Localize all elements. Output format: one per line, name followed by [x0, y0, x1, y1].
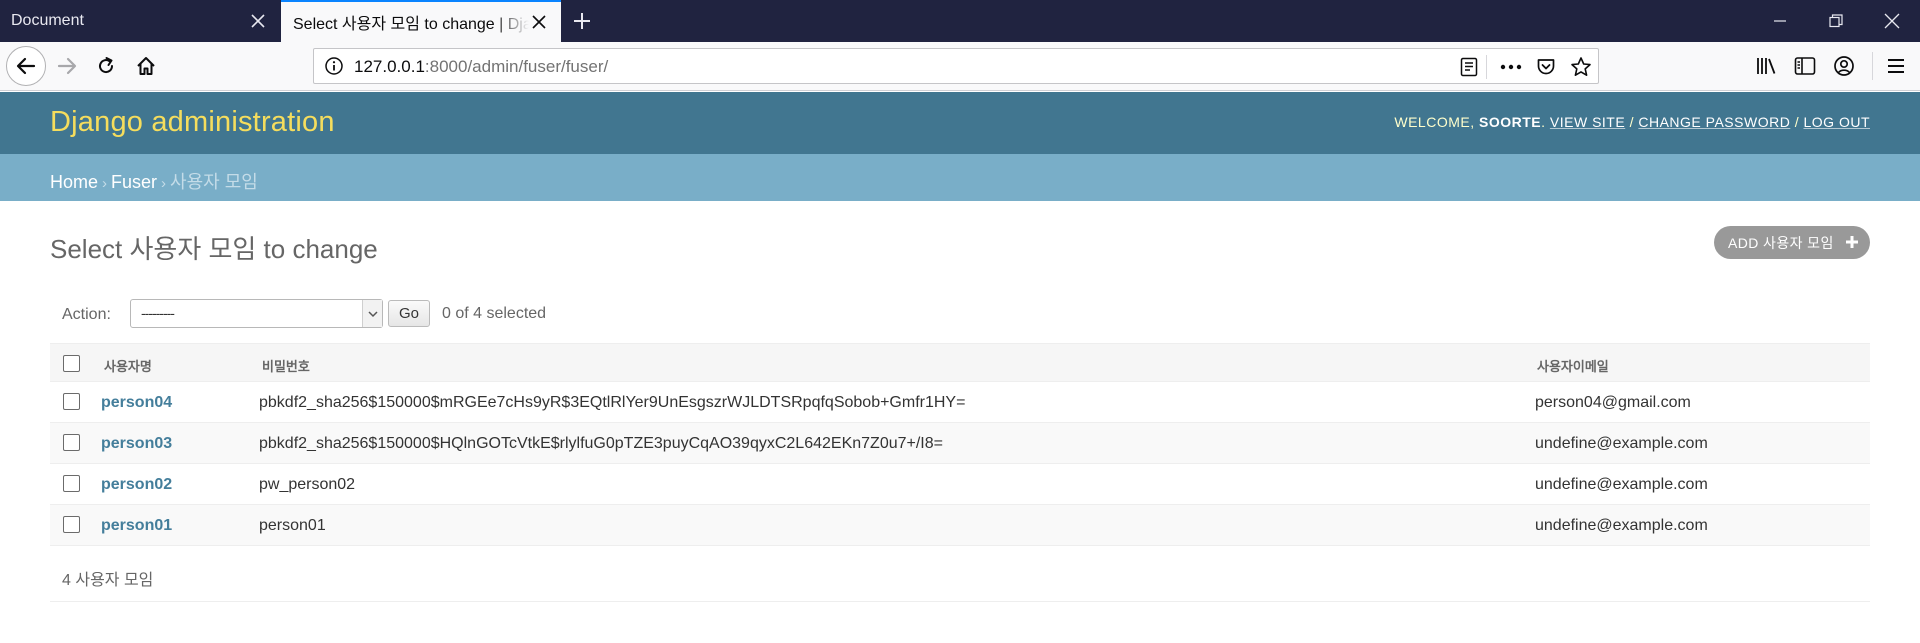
table-row: person03 pbkdf2_sha256$150000$HQlnGOTcVt…	[50, 423, 1870, 464]
breadcrumb-separator: ›	[161, 175, 167, 192]
tab-admin[interactable]: Select 사용자 모임 to change | Django site ad…	[281, 0, 561, 42]
table-row: person04 pbkdf2_sha256$150000$mRGEe7cHs9…	[50, 382, 1870, 423]
home-icon[interactable]	[127, 47, 165, 85]
results-table: 사용자명 비밀번호 사용자이메일 person04 pbkdf2_sha256$…	[50, 343, 1870, 546]
tab-document[interactable]: Document	[0, 0, 280, 42]
selection-counter: 0 of 4 selected	[442, 305, 547, 322]
breadcrumb-app-link[interactable]: Fuser	[111, 172, 157, 192]
window-close-icon[interactable]	[1864, 0, 1920, 42]
welcome-text: WELCOME,	[1394, 114, 1479, 130]
paginator: 4 사용자 모임	[50, 549, 1870, 602]
breadcrumb: Home › Fuser › 사용자 모임	[0, 154, 1920, 201]
forward-arrow-icon[interactable]	[48, 47, 86, 85]
result-count: 4 사용자 모임	[62, 572, 154, 589]
change-password-link[interactable]: CHANGE PASSWORD	[1638, 114, 1790, 130]
username: SOORTE	[1479, 114, 1542, 130]
username-link[interactable]: person03	[101, 435, 172, 452]
column-header-password[interactable]: 비밀번호	[262, 356, 310, 375]
page-title: Select 사용자 모임 to change	[50, 234, 378, 264]
divider	[1486, 55, 1487, 79]
chevron-down-icon[interactable]	[362, 300, 382, 327]
admin-header: Django administration WELCOME, SOORTE. V…	[0, 92, 1920, 154]
select-all-checkbox[interactable]	[63, 355, 80, 372]
new-tab-plus-icon[interactable]	[568, 8, 596, 34]
username-link[interactable]: person04	[101, 394, 172, 411]
reader-view-icon[interactable]	[1458, 56, 1480, 78]
more-actions-icon[interactable]	[1500, 56, 1522, 78]
restore-icon[interactable]	[1808, 0, 1864, 42]
email-cell: undefine@example.com	[1535, 476, 1708, 493]
address-bar[interactable]: 127.0.0.1:8000/admin/fuser/fuser/	[313, 48, 1599, 84]
pocket-icon[interactable]	[1535, 56, 1557, 78]
table-row: person02 pw_person02 undefine@example.co…	[50, 464, 1870, 505]
row-checkbox[interactable]	[63, 475, 80, 492]
column-header-username[interactable]: 사용자명	[104, 356, 152, 375]
action-label: Action:	[62, 306, 111, 323]
username-link[interactable]: person01	[101, 517, 172, 534]
info-icon[interactable]	[324, 56, 344, 76]
tab-title: Select 사용자 모임 to change | Django site ad…	[293, 16, 529, 33]
reload-icon[interactable]	[87, 47, 125, 85]
separator: /	[1625, 114, 1639, 130]
add-button-label: ADD 사용자 모임	[1728, 234, 1834, 251]
sidebar-icon[interactable]	[1793, 54, 1817, 78]
action-select[interactable]: ---------	[130, 299, 383, 328]
punctuation: .	[1541, 114, 1550, 130]
url-path: :8000/admin/fuser/fuser/	[424, 57, 609, 76]
account-icon[interactable]	[1832, 54, 1856, 78]
action-selected-value: ---------	[141, 305, 175, 321]
menu-icon[interactable]	[1884, 54, 1908, 78]
row-checkbox[interactable]	[63, 393, 80, 410]
username-link[interactable]: person02	[101, 476, 172, 493]
tab-title: Document	[11, 12, 84, 29]
breadcrumb-separator: ›	[102, 175, 108, 192]
table-header: 사용자명 비밀번호 사용자이메일	[50, 343, 1870, 382]
column-header-email[interactable]: 사용자이메일	[1537, 356, 1609, 375]
breadcrumb-home-link[interactable]: Home	[50, 172, 98, 192]
plus-icon	[1844, 234, 1860, 250]
site-branding[interactable]: Django administration	[50, 106, 335, 139]
separator: /	[1790, 114, 1804, 130]
password-cell: pbkdf2_sha256$150000$HQlnGOTcVtkE$rlylfu…	[259, 435, 943, 452]
add-object-button[interactable]: ADD 사용자 모임	[1714, 226, 1870, 259]
view-site-link[interactable]: VIEW SITE	[1550, 114, 1625, 130]
go-button[interactable]: Go	[388, 300, 430, 327]
row-checkbox[interactable]	[63, 516, 80, 533]
email-cell: undefine@example.com	[1535, 435, 1708, 452]
close-icon[interactable]	[529, 12, 549, 32]
email-cell: undefine@example.com	[1535, 517, 1708, 534]
log-out-link[interactable]: LOG OUT	[1803, 114, 1870, 130]
divider	[1872, 52, 1873, 80]
email-cell: person04@gmail.com	[1535, 394, 1691, 411]
close-icon[interactable]	[248, 11, 268, 31]
table-row: person01 person01 undefine@example.com	[50, 505, 1870, 546]
password-cell: person01	[259, 517, 326, 534]
user-tools: WELCOME, SOORTE. VIEW SITE / CHANGE PASS…	[1394, 114, 1870, 130]
password-cell: pbkdf2_sha256$150000$mRGEe7cHs9yR$3EQtlR…	[259, 394, 966, 411]
browser-tab-bar: Document Select 사용자 모임 to change | Djang…	[0, 0, 1920, 42]
actions-bar: Action: --------- Go 0 of 4 selected	[50, 297, 1870, 331]
library-icon[interactable]	[1754, 54, 1778, 78]
row-checkbox[interactable]	[63, 434, 80, 451]
browser-toolbar: 127.0.0.1:8000/admin/fuser/fuser/	[0, 42, 1920, 91]
minimize-icon[interactable]	[1752, 0, 1808, 42]
back-arrow-icon[interactable]	[6, 46, 46, 86]
password-cell: pw_person02	[259, 476, 356, 493]
url-host: 127.0.0.1	[354, 57, 425, 76]
bookmark-star-icon[interactable]	[1570, 56, 1592, 78]
url-text[interactable]: 127.0.0.1:8000/admin/fuser/fuser/	[354, 57, 608, 77]
breadcrumb-current: 사용자 모임	[170, 172, 258, 192]
